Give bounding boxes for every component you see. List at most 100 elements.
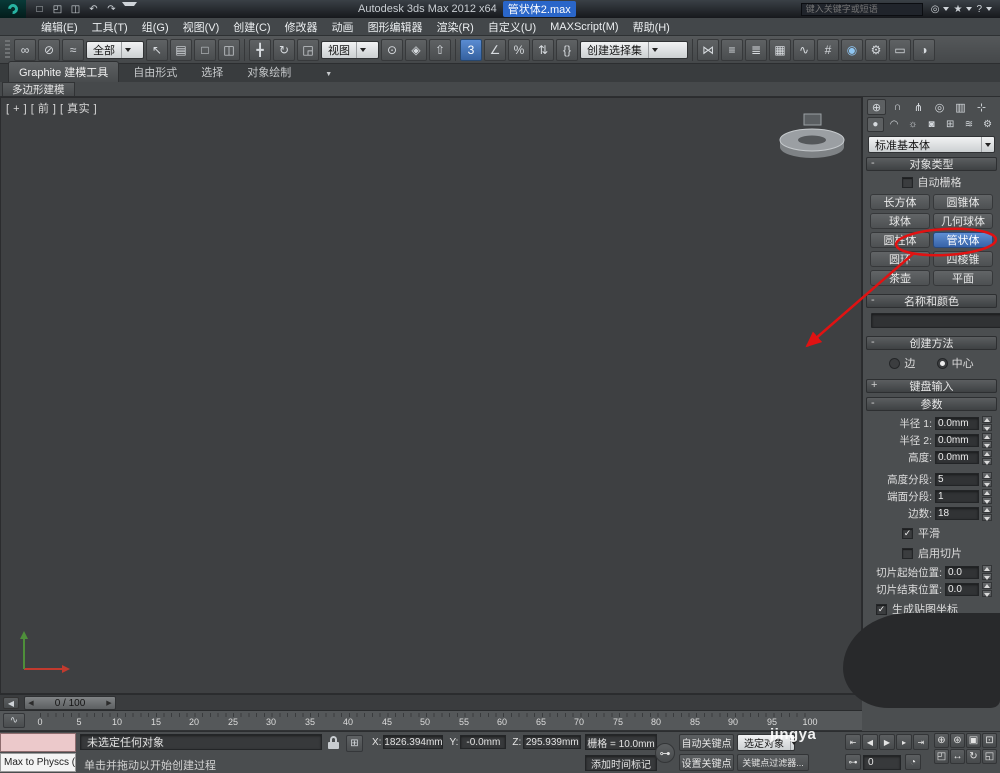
height-field[interactable]: 0.0mm: [935, 451, 979, 464]
angle-snap-icon[interactable]: ∠: [484, 39, 506, 61]
menu-maxscript[interactable]: MAXScript(M): [543, 18, 625, 36]
help-dropdown-icon[interactable]: [986, 7, 992, 11]
tab-motion-icon[interactable]: ◎: [930, 99, 949, 115]
tab-create-icon[interactable]: ⊕: [867, 99, 886, 115]
selection-lock-icon[interactable]: [328, 736, 339, 749]
absolute-mode-icon[interactable]: ⊞: [346, 735, 363, 752]
tab-modify-icon[interactable]: ∩: [888, 99, 907, 115]
button-cone[interactable]: 圆锥体: [933, 194, 993, 210]
align-icon[interactable]: ≡: [721, 39, 743, 61]
menu-create[interactable]: 创建(C): [226, 18, 277, 36]
height-segs-field[interactable]: 5: [935, 473, 979, 486]
menu-help[interactable]: 帮助(H): [626, 18, 677, 36]
time-slider-left-icon[interactable]: ◀: [3, 697, 19, 709]
set-key-button[interactable]: 设置关键点: [679, 754, 734, 771]
slice-from-spinner[interactable]: [982, 565, 992, 580]
use-pivot-center-icon[interactable]: ⊙: [381, 39, 403, 61]
undo-icon[interactable]: ↶: [86, 2, 101, 16]
lights-icon[interactable]: ☼: [904, 117, 921, 132]
schematic-view-icon[interactable]: #: [817, 39, 839, 61]
viewport-label[interactable]: [ + ] [ 前 ] [ 真实 ]: [6, 100, 97, 116]
menu-views[interactable]: 视图(V): [176, 18, 227, 36]
bind-to-space-warp-icon[interactable]: ≈: [62, 39, 84, 61]
front-viewport[interactable]: [ + ] [ 前 ] [ 真实 ]: [0, 97, 862, 694]
previous-frame-icon[interactable]: ◀: [862, 734, 878, 750]
macro-recorder-field[interactable]: [0, 733, 76, 752]
keyboard-override-icon[interactable]: ⇧: [429, 39, 451, 61]
menu-graph-editors[interactable]: 图形编辑器: [361, 18, 430, 36]
layer-manager-icon[interactable]: ≣: [745, 39, 767, 61]
redo-icon[interactable]: ↷: [104, 2, 119, 16]
ribbon-minimize-icon[interactable]: ▼: [315, 69, 342, 80]
maxscript-mini-listener[interactable]: Max to Physcs (: [0, 753, 76, 772]
systems-icon[interactable]: ⚙: [979, 117, 996, 132]
smooth-checkbox[interactable]: ✓: [902, 528, 913, 539]
zoom-region-icon[interactable]: ◰: [934, 749, 949, 764]
ribbon-tab-selection[interactable]: 选择: [191, 62, 233, 82]
select-and-rotate-icon[interactable]: ↻: [273, 39, 295, 61]
radius2-spinner[interactable]: [982, 433, 992, 448]
rollout-header-keyboard-entry[interactable]: + 键盘输入: [866, 379, 997, 393]
cap-segs-field[interactable]: 1: [935, 490, 979, 503]
generate-mapping-checkbox[interactable]: ✓: [876, 604, 887, 615]
menu-group[interactable]: 组(G): [135, 18, 176, 36]
new-scene-icon[interactable]: □: [32, 2, 47, 16]
zoom-extents-icon[interactable]: ▣: [966, 733, 981, 748]
time-configuration-icon[interactable]: ◔: [905, 754, 921, 770]
rollout-header-name-color[interactable]: - 名称和颜色: [866, 294, 997, 308]
height-spinner[interactable]: [982, 450, 992, 465]
slice-to-field[interactable]: 0.0: [945, 583, 979, 596]
button-torus[interactable]: 圆环: [870, 251, 930, 267]
object-name-field[interactable]: [871, 313, 1000, 328]
ribbon-tab-object-paint[interactable]: 对象绘制: [237, 62, 301, 82]
button-pyramid[interactable]: 四棱锥: [933, 251, 993, 267]
zoom-extents-all-icon[interactable]: ⊡: [982, 733, 997, 748]
button-teapot[interactable]: 茶壶: [870, 270, 930, 286]
select-and-move-icon[interactable]: ╋: [249, 39, 271, 61]
slice-on-checkbox[interactable]: [902, 548, 913, 559]
render-setup-icon[interactable]: ⚙: [865, 39, 887, 61]
tab-hierarchy-icon[interactable]: ⋔: [909, 99, 928, 115]
next-frame-icon[interactable]: ▸: [896, 734, 912, 750]
add-time-tag[interactable]: 添加时间标记: [585, 755, 657, 771]
window-crossing-icon[interactable]: ◫: [218, 39, 240, 61]
shapes-icon[interactable]: ◠: [886, 117, 903, 132]
radius1-field[interactable]: 0.0mm: [935, 417, 979, 430]
helpers-icon[interactable]: ⊞: [942, 117, 959, 132]
key-filters-button[interactable]: 关键点过滤器...: [737, 754, 809, 771]
search-dropdown-icon[interactable]: [943, 7, 949, 11]
frame-back-icon[interactable]: ◀: [25, 699, 37, 707]
space-warps-icon[interactable]: ≋: [961, 117, 978, 132]
tube-object[interactable]: [770, 112, 854, 164]
sides-field[interactable]: 18: [935, 507, 979, 520]
object-category-dropdown[interactable]: 标准基本体: [868, 136, 995, 153]
open-file-icon[interactable]: ◰: [50, 2, 65, 16]
cameras-icon[interactable]: ◙: [923, 117, 940, 132]
rollout-header-object-type[interactable]: - 对象类型: [866, 157, 997, 171]
spinner-snap-icon[interactable]: ⇅: [532, 39, 554, 61]
key-mode-icon[interactable]: ⊶: [845, 754, 861, 770]
zoom-icon[interactable]: ⊕: [934, 733, 949, 748]
select-and-link-icon[interactable]: ∞: [14, 39, 36, 61]
radius2-field[interactable]: 0.0mm: [935, 434, 979, 447]
menu-modifiers[interactable]: 修改器: [278, 18, 325, 36]
menu-rendering[interactable]: 渲染(R): [430, 18, 481, 36]
time-slider-track[interactable]: ◀ ◀ 0 / 100 ▶: [0, 694, 862, 711]
rollout-header-parameters[interactable]: - 参数: [866, 397, 997, 411]
slice-to-spinner[interactable]: [982, 582, 992, 597]
select-object-icon[interactable]: ↖: [146, 39, 168, 61]
play-icon[interactable]: ▶: [879, 734, 895, 750]
search-icon[interactable]: ◎: [931, 4, 940, 15]
curve-editor-icon[interactable]: ∿: [793, 39, 815, 61]
menu-animation[interactable]: 动画: [325, 18, 361, 36]
unlink-selection-icon[interactable]: ⊘: [38, 39, 60, 61]
favorites-dropdown-icon[interactable]: [966, 7, 972, 11]
ribbon-tab-graphite[interactable]: Graphite 建模工具: [8, 61, 119, 82]
mirror-icon[interactable]: ⋈: [697, 39, 719, 61]
button-cylinder[interactable]: 圆柱体: [870, 232, 930, 248]
x-coordinate-field[interactable]: 1826.394mm: [383, 735, 443, 749]
button-plane[interactable]: 平面: [933, 270, 993, 286]
center-radio[interactable]: [937, 358, 948, 369]
slice-from-field[interactable]: 0.0: [945, 566, 979, 579]
mini-curve-editor-icon[interactable]: ∿: [3, 713, 25, 728]
